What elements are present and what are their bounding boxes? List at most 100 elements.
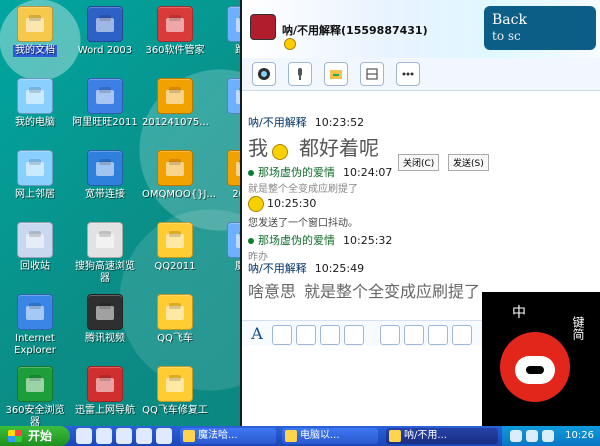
browser-icon (17, 366, 53, 402)
desktop-icon-network[interactable]: 网上邻居 (0, 150, 70, 201)
video-icon (87, 294, 123, 330)
navigation-icon (87, 366, 123, 402)
timestamp: 10:24:07 (343, 166, 393, 179)
online-dot-icon (248, 238, 254, 244)
message-input[interactable] (242, 346, 482, 426)
desktop-icon-qq2011[interactable]: QQ2011 (140, 222, 210, 273)
desktop-icon-my-documents[interactable]: 我的文档 (0, 6, 70, 57)
tray-icon-1[interactable] (510, 430, 522, 442)
desktop-icon-label: QQ飞车 (157, 333, 193, 344)
sticker-text-top: 中 (512, 305, 526, 321)
chat-toolbar: 关闭(C) 发送(S) (242, 58, 600, 171)
shake-icon[interactable] (320, 325, 340, 345)
alert-face-icon (248, 196, 264, 212)
decorative-header-art: Back to sc (484, 6, 596, 50)
network-connection-icon (87, 150, 123, 186)
chat-header: 呐/不用解释(1559887431) Back to sc (242, 0, 600, 59)
task-icon (285, 430, 297, 442)
deco-subtitle: to sc (492, 29, 521, 43)
timestamp: 10:25:49 (314, 262, 365, 275)
music-icon[interactable] (344, 325, 364, 345)
image-file-icon (157, 78, 193, 114)
desktop-icon-my-computer[interactable]: 我的电脑 (0, 78, 70, 129)
recycle-bin-icon (17, 222, 53, 258)
system-tray: 10:26 (502, 426, 600, 446)
browser-icon (87, 222, 123, 258)
task-icon (389, 430, 401, 442)
contact-avatar[interactable] (250, 14, 276, 40)
desktop-icon-label: Word 2003 (77, 45, 133, 56)
task-icon (183, 430, 195, 442)
online-dot-icon (248, 170, 254, 176)
message-row: 呐/不用解释 10:23:52 (248, 114, 364, 130)
desktop-icon-label: 宽带连接 (85, 189, 125, 200)
desktop-icon-qq-speed[interactable]: QQ飞车 (140, 294, 210, 345)
sender-name: 那场虚伪的爱情 (258, 166, 335, 179)
timestamp: 10:23:52 (314, 116, 365, 129)
chat-icon (87, 78, 123, 114)
tray-icon-3[interactable] (542, 430, 554, 442)
desktop-icon-label: QQ飞车修复工 (142, 405, 208, 416)
desktop-icon-aliwangwang[interactable]: 阿里旺旺2011 (70, 78, 140, 129)
game-icon (157, 294, 193, 330)
chat-window[interactable]: 呐/不用解释(1559887431) Back to sc 关闭(C) 发送(S… (240, 0, 600, 426)
message-row: 那场虚伪的爱情 10:24:07 (248, 164, 392, 180)
desktop-icon-label: OMQMOO{}J... (142, 189, 216, 200)
quick-launch-icon-3[interactable] (116, 428, 132, 444)
tray-icon-2[interactable] (526, 430, 538, 442)
sender-name: 呐/不用解释 (248, 262, 307, 275)
desktop-icon-tencent-video[interactable]: 腾讯视频 (70, 294, 140, 345)
desktop-icon-broadband[interactable]: 宽带连接 (70, 150, 140, 201)
desktop-icon-jpg-file-1[interactable]: 201241075... (140, 78, 210, 129)
gift-icon[interactable] (296, 325, 316, 345)
desktop-icon-word-2003[interactable]: Word 2003 (70, 6, 140, 57)
task-label: 电脑以... (300, 430, 340, 441)
contact-name: 呐/不用解释(1559887431) (282, 24, 428, 37)
taskbar-item-chat[interactable]: 呐/不用... (386, 428, 498, 444)
taskbar-item-diannao[interactable]: 电脑以... (282, 428, 378, 444)
message-row: 就是整个全变成应刷提了 (248, 180, 358, 195)
desktop-icon-label: 搜狗高速浏览器 (75, 261, 135, 284)
microphone-icon[interactable] (288, 62, 312, 86)
camera-icon[interactable] (252, 62, 276, 86)
desktop-icon-label: 网上邻居 (15, 189, 55, 200)
file-transfer-icon[interactable] (324, 62, 348, 86)
task-label: 呐/不用... (404, 430, 447, 441)
desktop-icon-label: 360软件管家 (145, 45, 205, 56)
desktop-icon-360-browser[interactable]: 360安全浏览器 (0, 366, 70, 429)
image-icon[interactable] (380, 325, 400, 345)
paint-icon[interactable] (404, 325, 424, 345)
desktop-icon-internet-explorer[interactable]: Internet Explorer (0, 294, 70, 357)
message-history: 呐/不用解释 10:23:52 我 都好着呢 那场虚伪的爱情 10:24:07 就是整个全变… (242, 110, 600, 320)
screenshot-icon[interactable] (360, 62, 384, 86)
desktop-icon-xunlei-nav[interactable]: 迅雷上网导航 (70, 366, 140, 417)
timestamp: 10:25:32 (343, 234, 393, 247)
quick-launch-icon-4[interactable] (136, 428, 152, 444)
message-row: 呐/不用解释 10:25:49 (248, 260, 364, 276)
emoji-icon[interactable] (272, 325, 292, 345)
sticker-text-side: 键简 (571, 316, 585, 340)
more-icon[interactable] (396, 62, 420, 86)
start-label: 开始 (28, 429, 53, 443)
cartoon-fox (500, 332, 570, 402)
taskbar-item-mofa[interactable]: 魔法哈... (180, 428, 276, 444)
quick-launch-icon-2[interactable] (96, 428, 112, 444)
desktop-icon-recycle-bin[interactable]: 回收站 (0, 222, 70, 273)
desktop-icon-label: 迅雷上网导航 (75, 405, 135, 416)
desktop-icon-jpg-file-2[interactable]: OMQMOO{}J... (140, 150, 216, 201)
desktop-icon-sogou-browser[interactable]: 搜狗高速浏览器 (70, 222, 140, 285)
desktop-icon-label: Internet Explorer (14, 333, 56, 356)
message-text: 都好着呢 (299, 136, 379, 160)
network-icon (17, 150, 53, 186)
quick-launch-icon-1[interactable] (76, 428, 92, 444)
start-button[interactable]: 开始 (0, 426, 70, 446)
desktop-icon-qq-speed-repair[interactable]: QQ飞车修复工 (140, 366, 210, 417)
font-icon[interactable]: A (248, 325, 266, 343)
app-icon (157, 6, 193, 42)
desktop-icon-label: 201241075... (142, 117, 209, 128)
quick-launch-icon-5[interactable] (156, 428, 172, 444)
desktop-icon-360-software[interactable]: 360软件管家 (140, 6, 210, 57)
message-text: 您发送了一个窗口抖动。 (248, 218, 358, 229)
screen-icon[interactable] (452, 325, 472, 345)
magic-icon[interactable] (428, 325, 448, 345)
